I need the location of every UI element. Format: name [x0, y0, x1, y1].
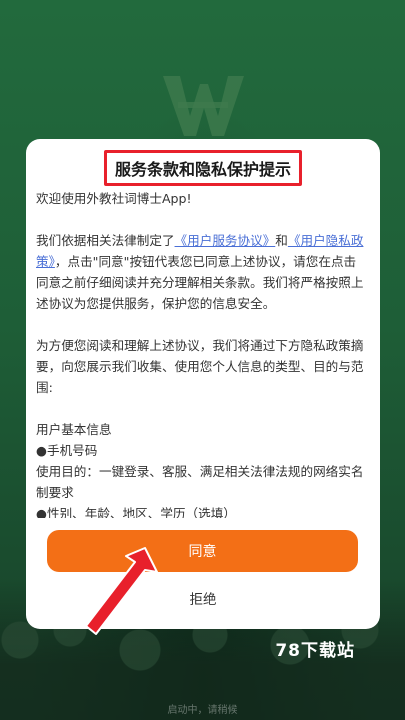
welcome-text: 欢迎使用外教社词博士App!: [36, 191, 192, 206]
reject-button[interactable]: 拒绝: [26, 588, 380, 608]
and-text: 和: [275, 233, 288, 248]
dialog-title-highlight: 服务条款和隐私保护提示: [103, 150, 303, 186]
privacy-dialog: 服务条款和隐私保护提示 欢迎使用外教社词博士App! 我们依据相关法律制定了《用…: [26, 139, 380, 629]
app-logo-icon: [162, 76, 244, 136]
info-item-profile: ●性别、年龄、地区、学历（选填）: [36, 506, 236, 518]
agreement-body-text: ，点击"同意"按钮代表您已同意上述协议，请您在点击同意之前仔细阅读并充分理解相关…: [36, 254, 364, 311]
red-arrow-icon: [85, 547, 158, 635]
section-heading: 用户基本信息: [36, 422, 112, 437]
info-item-phone-purpose: 使用目的：一键登录、客服、满足相关法律法规的网络实名制要求: [36, 464, 364, 500]
dialog-content[interactable]: 欢迎使用外教社词博士App! 我们依据相关法律制定了《用户服务协议》和《用户隐私…: [36, 188, 368, 518]
service-agreement-link[interactable]: 《用户服务协议》: [175, 233, 276, 248]
loading-text: 启动中，请稍候: [167, 705, 238, 716]
info-item-phone: ●手机号码: [36, 443, 98, 458]
watermark-text: 78下载站: [275, 641, 355, 661]
summary-paragraph: 为方便您阅读和理解上述协议，我们将通过下方隐私政策摘要，向您展示我们收集、使用您…: [36, 338, 364, 395]
agreement-paragraph: 我们依据相关法律制定了《用户服务协议》和《用户隐私政策》，点击"同意"按钮代表您…: [36, 230, 368, 314]
agreement-intro-text: 我们依据相关法律制定了: [36, 233, 175, 248]
dialog-title: 服务条款和隐私保护提示: [114, 160, 292, 179]
